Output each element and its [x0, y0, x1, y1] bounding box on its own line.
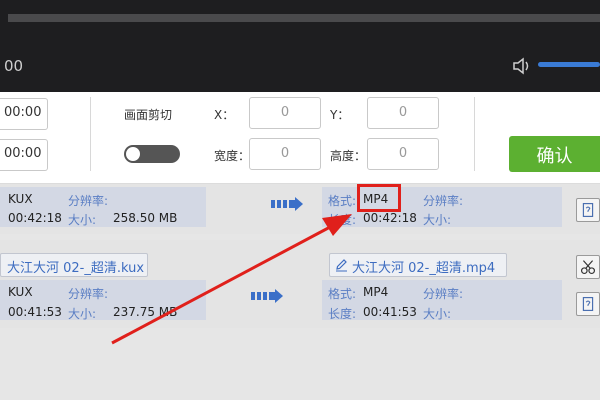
source-duration: 00:41:53 [8, 305, 62, 319]
output-duration: 00:42:18 [363, 211, 417, 225]
speaker-icon[interactable] [512, 56, 534, 76]
volume-slider[interactable] [538, 62, 600, 67]
output-resolution-label: 分辨率: [423, 194, 464, 208]
arrow-right-icon [271, 197, 303, 211]
output-size-label: 大小: [423, 213, 452, 227]
x-label: X： [214, 108, 235, 122]
crop-label: 画面剪切 [124, 108, 173, 122]
source-filename[interactable]: 大江大河 02-_超清.kux [0, 253, 148, 277]
output-format-label: 格式: [328, 287, 357, 301]
output-duration: 00:41:53 [363, 305, 417, 319]
playback-time: 00 [4, 57, 24, 75]
pencil-icon[interactable] [335, 258, 348, 272]
help-icon[interactable] [576, 198, 600, 222]
output-size-label: 大小: [423, 307, 452, 321]
crop-toggle[interactable] [124, 145, 180, 163]
x-input[interactable]: 0 [249, 97, 321, 129]
source-size-label: 大小: [68, 307, 97, 321]
highlight-box [357, 184, 401, 212]
y-input[interactable]: 0 [367, 97, 439, 129]
divider [474, 97, 475, 171]
width-input[interactable]: 0 [249, 138, 321, 170]
source-format: KUX [8, 285, 33, 299]
output-filename-text: 大江大河 02-_超清.mp4 [352, 261, 496, 276]
empty-list-area [0, 330, 600, 400]
confirm-button[interactable]: 确认 [509, 136, 600, 172]
output-duration-label: 长度: [328, 213, 357, 227]
source-format: KUX [8, 192, 33, 206]
end-time-input[interactable]: 00:00 [0, 139, 48, 171]
y-label: Y： [330, 108, 350, 122]
divider [90, 97, 91, 171]
height-input[interactable]: 0 [367, 138, 439, 170]
help-icon[interactable] [576, 292, 600, 316]
output-format: MP4 [363, 285, 389, 299]
source-resolution-label: 分辨率: [68, 287, 109, 301]
height-label: 高度： [330, 149, 367, 163]
source-size: 237.75 MB [113, 305, 178, 319]
source-size: 258.50 MB [113, 211, 178, 225]
output-filename[interactable]: 大江大河 02-_超清.mp4 [329, 253, 507, 277]
output-resolution-label: 分辨率: [423, 287, 464, 301]
toggle-knob [125, 146, 141, 162]
source-resolution-label: 分辨率: [68, 194, 109, 208]
arrow-right-icon [251, 289, 283, 303]
output-format-label: 格式: [328, 194, 357, 208]
output-duration-label: 长度: [328, 307, 357, 321]
player-bar [0, 0, 600, 92]
scissors-icon[interactable] [576, 255, 600, 279]
progress-strip[interactable] [8, 14, 600, 22]
source-duration: 00:42:18 [8, 211, 62, 225]
start-time-input[interactable]: 00:00 [0, 98, 48, 130]
width-label: 宽度： [214, 149, 251, 163]
source-size-label: 大小: [68, 213, 97, 227]
